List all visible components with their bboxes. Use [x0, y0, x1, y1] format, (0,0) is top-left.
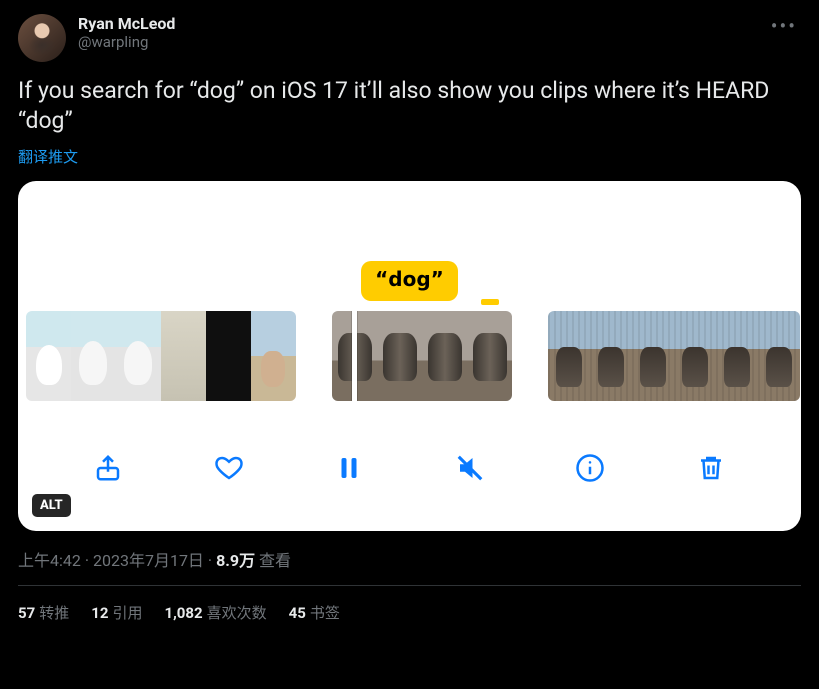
- caption-bubble: “dog”: [361, 261, 458, 301]
- stat-bookmarks[interactable]: 45书签: [289, 602, 340, 623]
- tweet-text: If you search for “dog” on iOS 17 it’ll …: [18, 76, 801, 136]
- thumbnail-frame: [467, 311, 512, 401]
- translate-link[interactable]: 翻译推文: [18, 146, 801, 167]
- timeline-playhead[interactable]: [352, 311, 357, 401]
- stat-likes[interactable]: 1,082喜欢次数: [164, 602, 266, 623]
- tweet-header: Ryan McLeod @warpling •••: [18, 14, 801, 62]
- trash-icon: [696, 453, 726, 483]
- like-button[interactable]: [211, 450, 247, 486]
- tweet-stats: 57转推 12引用 1,082喜欢次数 45书签: [18, 586, 801, 639]
- stat-quotes[interactable]: 12引用: [91, 602, 142, 623]
- thumbnail-frame: [161, 311, 206, 401]
- avatar[interactable]: [18, 14, 66, 62]
- media-card[interactable]: “dog”: [18, 181, 801, 531]
- views-count: 8.9万: [216, 551, 255, 570]
- caption-bubble-row: “dog”: [18, 261, 801, 301]
- heart-icon: [214, 453, 244, 483]
- thumbnail-frame: [71, 311, 116, 401]
- display-name: Ryan McLeod: [78, 14, 755, 33]
- tweet-date[interactable]: 2023年7月17日: [93, 551, 204, 570]
- thumbnail-frame: [716, 311, 758, 401]
- pause-button[interactable]: [331, 450, 367, 486]
- tweet-container: Ryan McLeod @warpling ••• If you search …: [0, 0, 819, 639]
- share-icon: [93, 453, 123, 483]
- tweet-time[interactable]: 上午4:42: [18, 551, 81, 570]
- pause-icon: [334, 453, 364, 483]
- clip-group[interactable]: [26, 311, 296, 401]
- info-button[interactable]: [572, 450, 608, 486]
- tweet-meta: 上午4:42 · 2023年7月17日 · 8.9万 查看: [18, 547, 801, 571]
- thumbnail-frame: [377, 311, 422, 401]
- video-timeline[interactable]: [18, 301, 801, 411]
- thumbnail-frame: [758, 311, 800, 401]
- views-label: 查看: [259, 551, 291, 570]
- thumbnail-frame: [251, 311, 296, 401]
- thumbnail-frame: [590, 311, 632, 401]
- info-icon: [575, 453, 605, 483]
- thumbnail-frame: [632, 311, 674, 401]
- stat-retweets[interactable]: 57转推: [18, 602, 69, 623]
- thumbnail-frame: [206, 311, 251, 401]
- share-button[interactable]: [90, 450, 126, 486]
- speaker-mute-icon: [455, 453, 485, 483]
- thumbnail-frame: [26, 311, 71, 401]
- user-block[interactable]: Ryan McLeod @warpling: [78, 14, 755, 51]
- alt-badge[interactable]: ALT: [32, 494, 71, 517]
- media-toolbar: [18, 411, 801, 531]
- clip-group-active[interactable]: [332, 311, 512, 401]
- thumbnail-frame: [422, 311, 467, 401]
- thumbnail-frame: [548, 311, 590, 401]
- more-options-button[interactable]: •••: [767, 14, 801, 38]
- clip-group[interactable]: [548, 311, 800, 401]
- thumbnail-frame: [674, 311, 716, 401]
- user-handle: @warpling: [78, 33, 755, 51]
- delete-button[interactable]: [693, 450, 729, 486]
- thumbnail-frame: [116, 311, 161, 401]
- mute-button[interactable]: [452, 450, 488, 486]
- timeline-marker: [481, 299, 499, 305]
